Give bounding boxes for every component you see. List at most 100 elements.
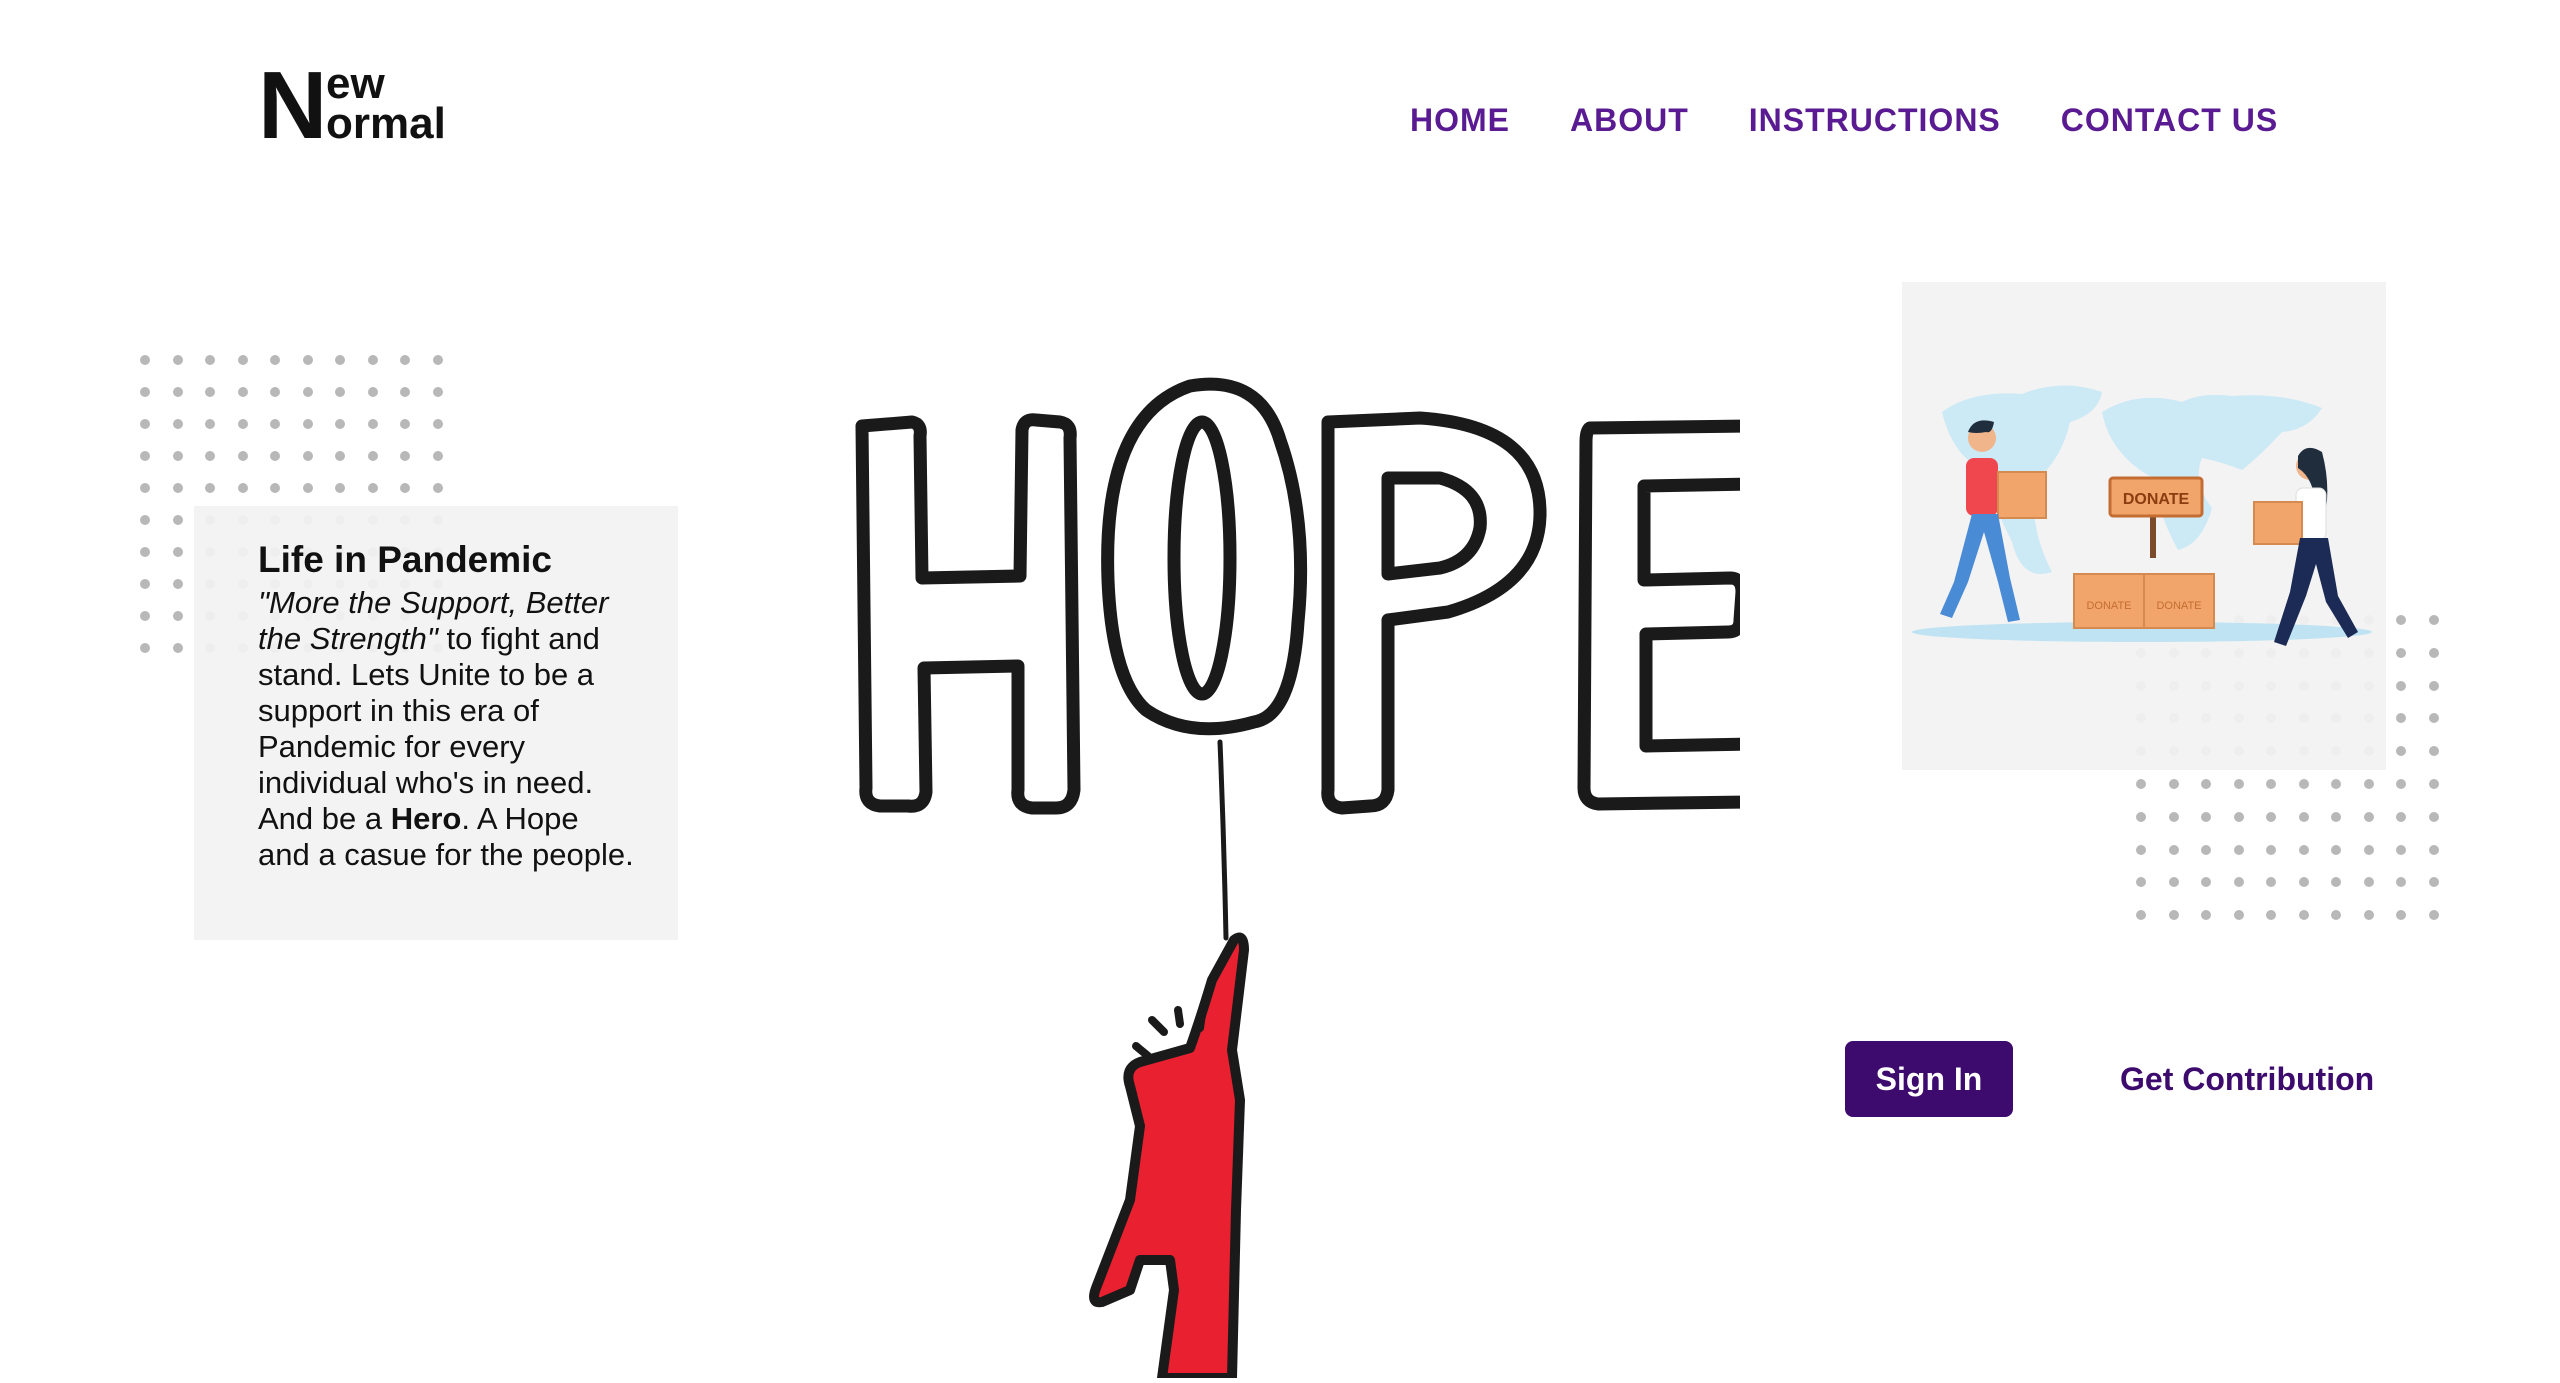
dot bbox=[367, 387, 378, 397]
dot bbox=[2298, 844, 2309, 855]
dot bbox=[432, 355, 443, 365]
dot bbox=[2396, 615, 2406, 625]
dot bbox=[302, 483, 313, 493]
dot bbox=[2201, 811, 2211, 822]
dot bbox=[172, 515, 183, 525]
dot bbox=[2331, 910, 2341, 921]
dot bbox=[140, 611, 150, 621]
logo-line-2: ormal bbox=[326, 99, 446, 148]
dot bbox=[237, 419, 248, 429]
dot bbox=[2136, 910, 2146, 921]
dot bbox=[2396, 746, 2406, 757]
dot bbox=[2428, 615, 2439, 625]
dot bbox=[2233, 778, 2244, 789]
dot bbox=[400, 387, 410, 397]
dot bbox=[2396, 647, 2406, 658]
info-card: Life in Pandemic "More the Support, Bett… bbox=[194, 506, 678, 940]
dot bbox=[2331, 811, 2341, 822]
dot bbox=[2331, 877, 2341, 888]
donation-world-map-illustration: DONATE DONATE DONATE bbox=[1902, 282, 2386, 770]
dot bbox=[2331, 844, 2341, 855]
dot bbox=[432, 483, 443, 493]
dot bbox=[140, 483, 150, 493]
dot bbox=[140, 387, 150, 397]
dot bbox=[367, 355, 378, 365]
dot bbox=[2396, 811, 2406, 822]
dot bbox=[2363, 844, 2374, 855]
dot bbox=[400, 355, 410, 365]
dot bbox=[2233, 910, 2244, 921]
dot bbox=[2168, 877, 2179, 888]
dot bbox=[270, 355, 280, 365]
dot bbox=[302, 355, 313, 365]
dot bbox=[270, 451, 280, 461]
dot bbox=[2396, 778, 2406, 789]
box-label-2: DONATE bbox=[2156, 600, 2201, 612]
dot bbox=[2266, 778, 2276, 789]
dot bbox=[2201, 844, 2211, 855]
dot bbox=[2168, 811, 2179, 822]
dot bbox=[335, 387, 345, 397]
dot bbox=[432, 419, 443, 429]
site-logo[interactable]: N ew ormal bbox=[258, 58, 458, 154]
dot bbox=[2428, 713, 2439, 724]
dot bbox=[172, 611, 183, 621]
nav-instructions[interactable]: INSTRUCTIONS bbox=[1749, 102, 2001, 139]
card-title: Life in Pandemic bbox=[258, 539, 553, 580]
dot bbox=[2266, 811, 2276, 822]
dot bbox=[2298, 778, 2309, 789]
dot bbox=[335, 419, 345, 429]
dot bbox=[172, 451, 183, 461]
nav-home[interactable]: HOME bbox=[1410, 102, 1510, 139]
box-label-1: DONATE bbox=[2086, 600, 2131, 612]
dot bbox=[2428, 844, 2439, 855]
dot bbox=[2363, 811, 2374, 822]
card-hero-word: Hero bbox=[390, 800, 462, 836]
dot bbox=[2168, 910, 2179, 921]
dot bbox=[2428, 910, 2439, 921]
dot bbox=[302, 451, 313, 461]
get-contribution-link[interactable]: Get Contribution bbox=[2120, 1041, 2374, 1117]
dot bbox=[2396, 680, 2406, 691]
dot bbox=[2428, 877, 2439, 888]
dot bbox=[2136, 844, 2146, 855]
dot bbox=[2331, 778, 2341, 789]
dot bbox=[2298, 877, 2309, 888]
dot bbox=[367, 451, 378, 461]
hope-balloon-illustration bbox=[840, 360, 1773, 1383]
dot bbox=[2136, 877, 2146, 888]
dot bbox=[432, 451, 443, 461]
dot bbox=[2201, 778, 2211, 789]
dot bbox=[2396, 910, 2406, 921]
dot bbox=[2396, 713, 2406, 724]
dot bbox=[302, 387, 313, 397]
nav-about[interactable]: ABOUT bbox=[1570, 102, 1689, 139]
dot bbox=[2363, 778, 2374, 789]
dot bbox=[2428, 680, 2439, 691]
dot bbox=[172, 387, 183, 397]
dot bbox=[2428, 746, 2439, 757]
dot bbox=[172, 419, 183, 429]
dot bbox=[140, 579, 150, 589]
logo-letter: N bbox=[258, 52, 327, 159]
nav-contact-us[interactable]: CONTACT US bbox=[2061, 102, 2278, 139]
donate-sign-label: DONATE bbox=[2123, 491, 2190, 508]
dot bbox=[335, 483, 345, 493]
dot bbox=[205, 419, 215, 429]
dot bbox=[400, 483, 410, 493]
dot bbox=[2136, 811, 2146, 822]
dot bbox=[367, 419, 378, 429]
dot bbox=[172, 355, 183, 365]
dot bbox=[2266, 844, 2276, 855]
dot bbox=[2233, 844, 2244, 855]
main-nav: HOME ABOUT INSTRUCTIONS CONTACT US bbox=[1410, 102, 2278, 139]
dot bbox=[237, 355, 248, 365]
dot bbox=[302, 419, 313, 429]
sign-in-button[interactable]: Sign In bbox=[1845, 1041, 2013, 1117]
card-text: "More the Support, Better the Strength" … bbox=[258, 585, 638, 873]
dot bbox=[2428, 647, 2439, 658]
dot bbox=[140, 515, 150, 525]
dot bbox=[432, 387, 443, 397]
dot bbox=[140, 547, 150, 557]
dot bbox=[2298, 811, 2309, 822]
